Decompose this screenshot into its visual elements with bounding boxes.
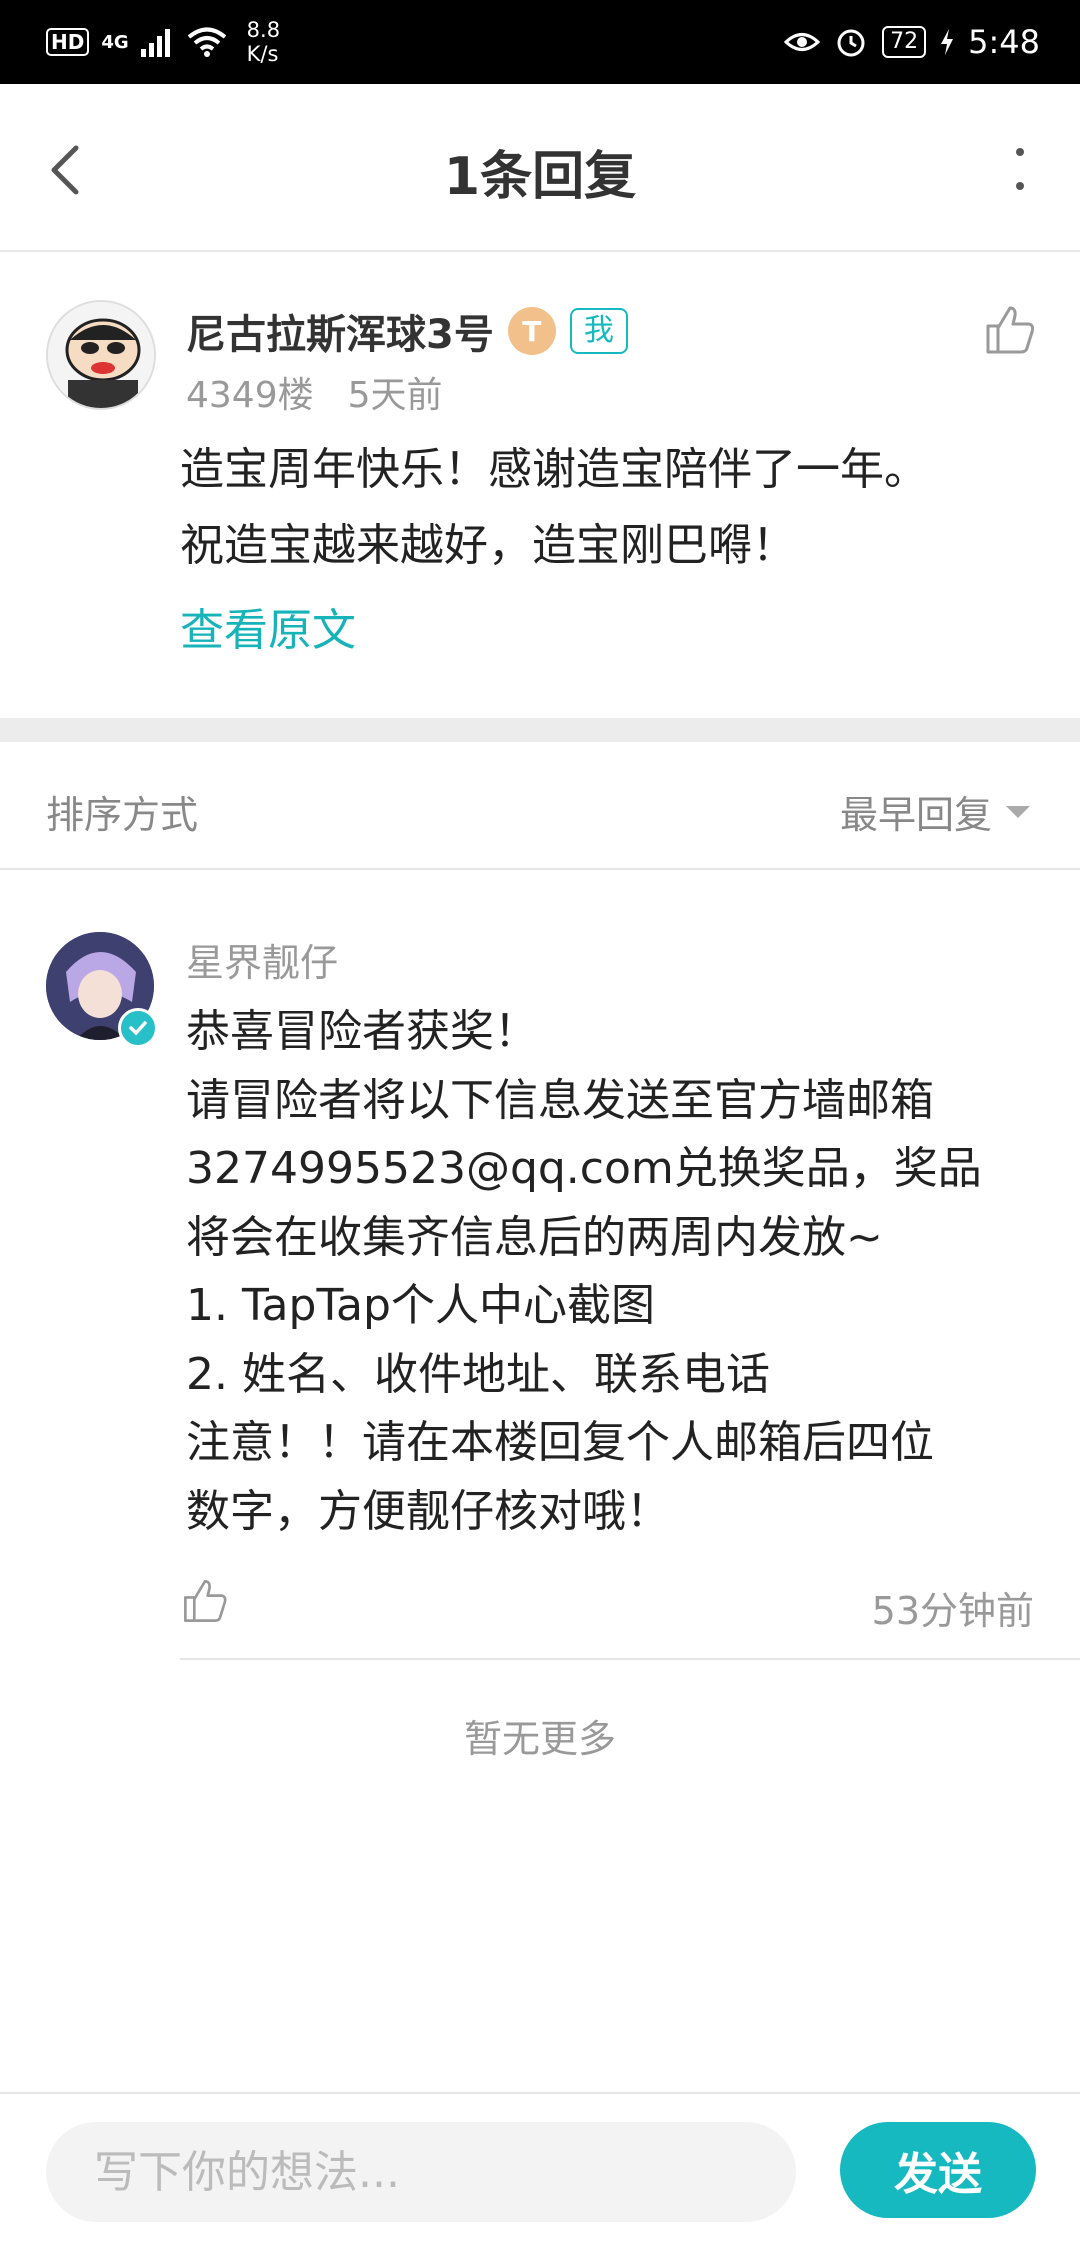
speed-value: 8.8 xyxy=(246,18,281,42)
status-left: HD 4G 8.8 K/s xyxy=(46,18,280,66)
status-right: 72 5:48 xyxy=(784,22,1040,62)
sort-selected-value: 最早回复 xyxy=(839,793,992,837)
top-bar: 1条回复 xyxy=(0,84,1080,252)
check-icon xyxy=(129,1021,147,1036)
reply-line: 将会在收集齐信息后的两周内发放~ xyxy=(186,1211,883,1263)
speed-unit: K/s xyxy=(246,42,279,66)
op-content: 造宝周年快乐！感谢造宝陪伴了一年。 祝造宝越来越好，造宝刚巴嘚！ xyxy=(180,432,1030,584)
status-bar: HD 4G 8.8 K/s 72 5:48 xyxy=(0,0,1080,84)
reply-divider xyxy=(180,1658,1080,1660)
signal-icon xyxy=(140,29,170,57)
reply-line: 数字，方便靓仔核对哦！ xyxy=(186,1485,670,1537)
page-title: 1条回复 xyxy=(443,147,637,207)
sort-dropdown[interactable]: 最早回复 xyxy=(840,784,1030,839)
reply-time: 53分钟前 xyxy=(871,1589,1034,1633)
op-username[interactable]: 尼古拉斯浑球3号 xyxy=(186,302,494,360)
charging-icon xyxy=(941,29,954,55)
sort-bar: 排序方式 最早回复 xyxy=(0,742,1080,870)
comment-input[interactable] xyxy=(46,2122,796,2222)
clock: 5:48 xyxy=(968,23,1040,61)
reply-item: 星界靓仔 恭喜冒险者获奖！ 请冒险者将以下信息发送至官方墙邮箱 32749955… xyxy=(0,872,1080,1660)
reply-username[interactable]: 星界靓仔 xyxy=(186,932,338,987)
original-comment: 尼古拉斯浑球3号 T 我 4349楼 5天前 造宝周年快乐！感谢造宝陪伴了一年。… xyxy=(0,254,1080,718)
reply-line: 请冒险者将以下信息发送至官方墙邮箱 xyxy=(186,1074,934,1126)
sort-label: 排序方式 xyxy=(46,793,199,837)
op-content-line: 造宝周年快乐！感谢造宝陪伴了一年。 xyxy=(180,444,928,495)
more-dot-icon xyxy=(1016,182,1024,190)
reply-line: 3274995523@qq.com兑换奖品，奖品 xyxy=(186,1143,982,1194)
verified-badge-icon xyxy=(118,1008,158,1048)
send-button[interactable]: 发送 xyxy=(840,2122,1036,2218)
more-dot-icon xyxy=(1016,148,1024,156)
reply-content: 恭喜冒险者获奖！ 请冒险者将以下信息发送至官方墙邮箱 3274995523@qq… xyxy=(186,998,1026,1546)
wifi-icon xyxy=(187,27,226,57)
battery-indicator: 72 xyxy=(882,26,927,58)
op-avatar[interactable] xyxy=(46,300,156,410)
reply-like-button[interactable] xyxy=(180,1576,230,1626)
avatar-image xyxy=(48,302,154,408)
op-like-button[interactable] xyxy=(982,302,1038,358)
section-divider xyxy=(0,718,1080,742)
reply-line: 1. TapTap个人中心截图 xyxy=(186,1280,655,1331)
eye-icon xyxy=(784,33,821,51)
op-meta: 4349楼 5天前 xyxy=(186,366,443,418)
composer-bar: 发送 xyxy=(0,2092,1080,2244)
level-badge: T xyxy=(507,307,556,355)
alarm-icon xyxy=(837,29,865,57)
me-badge: 我 xyxy=(569,308,628,354)
reply-line: 恭喜冒险者获奖！ xyxy=(186,1006,538,1057)
hd-indicator: HD xyxy=(46,28,90,56)
network-type: 4G xyxy=(101,31,129,53)
reply-line: 2. 姓名、收件地址、联系电话 xyxy=(186,1348,770,1400)
more-options-button[interactable] xyxy=(1000,144,1040,194)
op-username-row: 尼古拉斯浑球3号 T 我 xyxy=(186,302,628,360)
view-original-link[interactable]: 查看原文 xyxy=(180,594,356,658)
floor-number: 4349楼 xyxy=(186,375,314,416)
reply-line: 注意！！请在本楼回复个人邮箱后四位 xyxy=(186,1417,934,1468)
op-content-line: 祝造宝越来越好，造宝刚巴嘚！ xyxy=(180,520,796,571)
post-time: 5天前 xyxy=(347,375,443,416)
no-more-text: 暂无更多 xyxy=(463,1717,616,1761)
network-speed: 8.8 K/s xyxy=(247,18,280,66)
caret-down-icon xyxy=(1006,805,1030,818)
thumbs-up-icon xyxy=(986,306,1035,354)
thumbs-up-icon xyxy=(184,1580,227,1622)
